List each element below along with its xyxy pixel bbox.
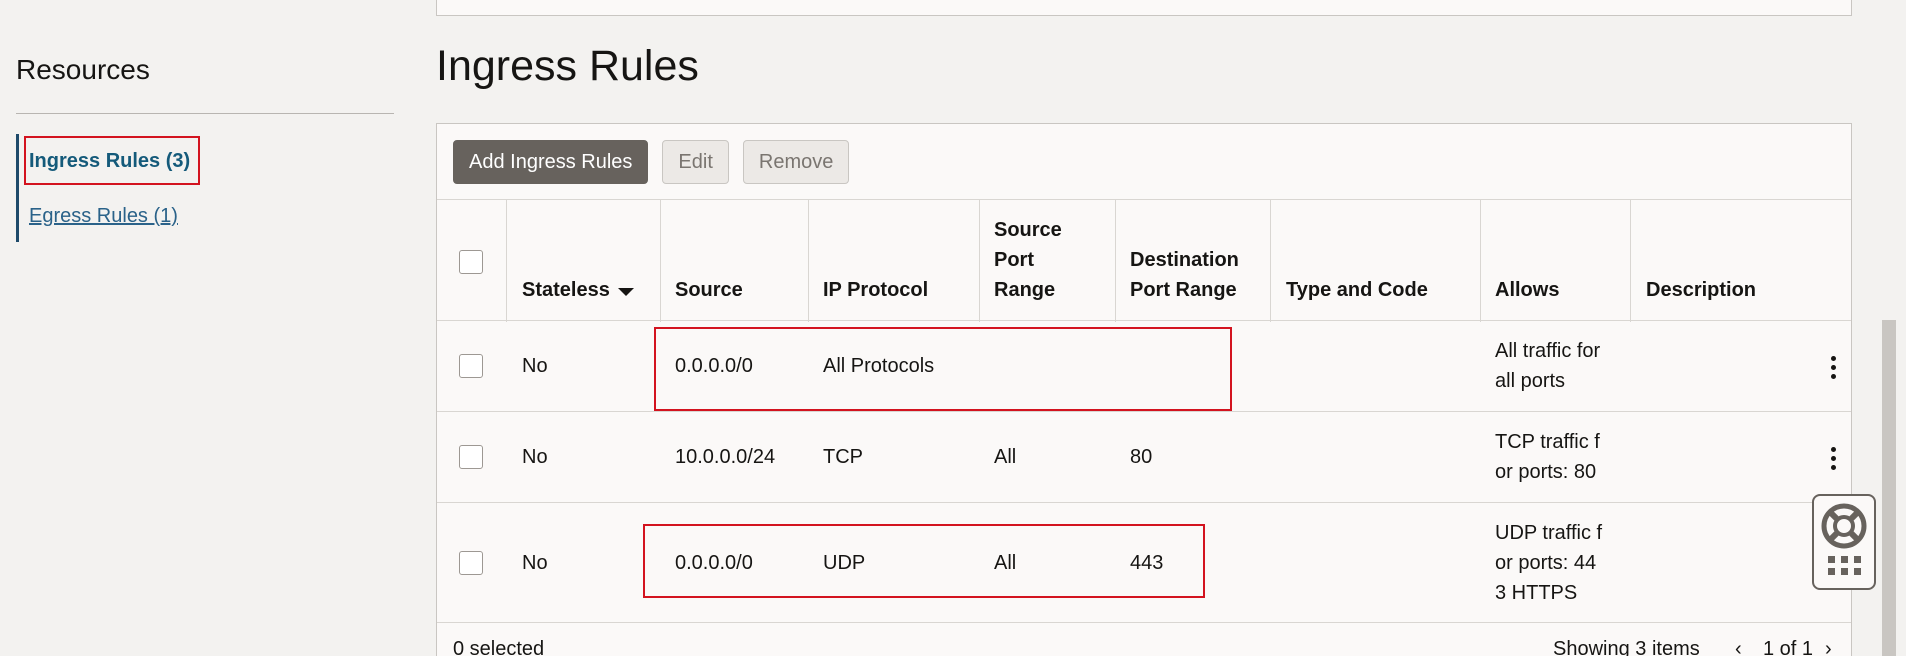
cell-source: 0.0.0.0/0: [675, 355, 753, 377]
cell-allows: UDP traffic for ports: 443 HTTPS: [1495, 521, 1603, 604]
page-title: Ingress Rules: [436, 42, 699, 90]
header-description[interactable]: Description: [1646, 200, 1836, 320]
cell-ip-protocol: All Protocols: [823, 355, 935, 377]
table-row: No 0.0.0.0/0 All Protocols All traffic f…: [437, 321, 1851, 412]
row-actions-icon[interactable]: [1823, 352, 1843, 382]
cell-description: [1646, 503, 1786, 622]
page-indicator: 1 of 1: [1763, 638, 1814, 656]
cell-type-and-code: [1286, 503, 1476, 622]
previous-section-panel: [436, 0, 1852, 16]
row-checkbox[interactable]: [459, 551, 483, 575]
select-all-checkbox[interactable]: [459, 250, 483, 274]
cell-destination-port-range: 443: [1130, 551, 1164, 574]
remove-button[interactable]: Remove: [742, 140, 850, 184]
cell-source: 0.0.0.0/0: [675, 551, 753, 574]
cell-type-and-code: [1286, 321, 1476, 411]
row-actions-icon[interactable]: [1823, 443, 1843, 473]
add-ingress-rules-button[interactable]: Add Ingress Rules: [453, 140, 649, 184]
cell-source-port-range: All: [994, 446, 1017, 468]
header-source[interactable]: Source: [675, 200, 805, 320]
cell-source: 10.0.0.0/24: [675, 446, 776, 468]
header-ip-protocol[interactable]: IP Protocol: [823, 200, 973, 320]
cell-type-and-code: [1286, 412, 1476, 502]
header-source-port-range[interactable]: Source Port Range: [994, 200, 1084, 320]
lifebuoy-icon: [1821, 503, 1867, 575]
cell-description: [1646, 412, 1786, 502]
header-stateless[interactable]: Stateless: [522, 200, 657, 320]
table-row: No 10.0.0.0/24 TCP All 80 TCP traffic fo…: [437, 412, 1851, 503]
cell-stateless: No: [522, 446, 548, 468]
sidebar-item-ingress-rules[interactable]: Ingress Rules (3): [29, 150, 190, 173]
edit-button[interactable]: Edit: [662, 140, 729, 184]
table-row: No 0.0.0.0/0 UDP All 443 UDP traffic for…: [437, 503, 1851, 623]
sort-descending-icon: [617, 288, 634, 296]
selected-count: 0 selected: [453, 638, 545, 656]
cell-ip-protocol: UDP: [823, 551, 866, 574]
cell-ip-protocol: TCP: [823, 446, 863, 468]
header-destination-port-range[interactable]: Destination Port Range: [1130, 200, 1260, 320]
header-type-and-code[interactable]: Type and Code: [1286, 200, 1476, 320]
chevron-right-icon[interactable]: ›: [1825, 638, 1832, 656]
cell-destination-port-range: 80: [1130, 446, 1153, 468]
cell-allows: All traffic for all ports: [1495, 340, 1601, 392]
header-allows[interactable]: Allows: [1495, 200, 1625, 320]
table-header-row: Stateless Source IP Protocol Source Port…: [437, 199, 1851, 322]
cell-allows: TCP traffic for ports: 80: [1495, 431, 1600, 483]
row-checkbox[interactable]: [459, 445, 483, 469]
table-toolbar: Add Ingress Rules Edit Remove: [453, 140, 850, 184]
cell-description: [1646, 321, 1786, 411]
chevron-left-icon[interactable]: ‹: [1735, 638, 1742, 656]
cell-source-port-range: [994, 321, 1104, 411]
help-widget[interactable]: [1812, 494, 1876, 590]
cell-source-port-range: All: [994, 551, 1017, 574]
sidebar-item-egress-rules[interactable]: Egress Rules (1): [29, 205, 178, 228]
header-stateless-label: Stateless: [522, 279, 610, 301]
sidebar-divider: [16, 113, 394, 114]
cell-stateless: No: [522, 551, 548, 574]
scrollbar[interactable]: [1882, 320, 1896, 656]
ingress-rules-card: Add Ingress Rules Edit Remove Stateless …: [436, 123, 1852, 656]
cell-stateless: No: [522, 355, 548, 377]
sidebar-nav-indicator: [16, 134, 19, 242]
showing-count: Showing 3 items: [1553, 638, 1700, 656]
resources-heading: Resources: [16, 54, 150, 85]
row-checkbox[interactable]: [459, 354, 483, 378]
cell-destination-port-range: [1130, 321, 1260, 411]
